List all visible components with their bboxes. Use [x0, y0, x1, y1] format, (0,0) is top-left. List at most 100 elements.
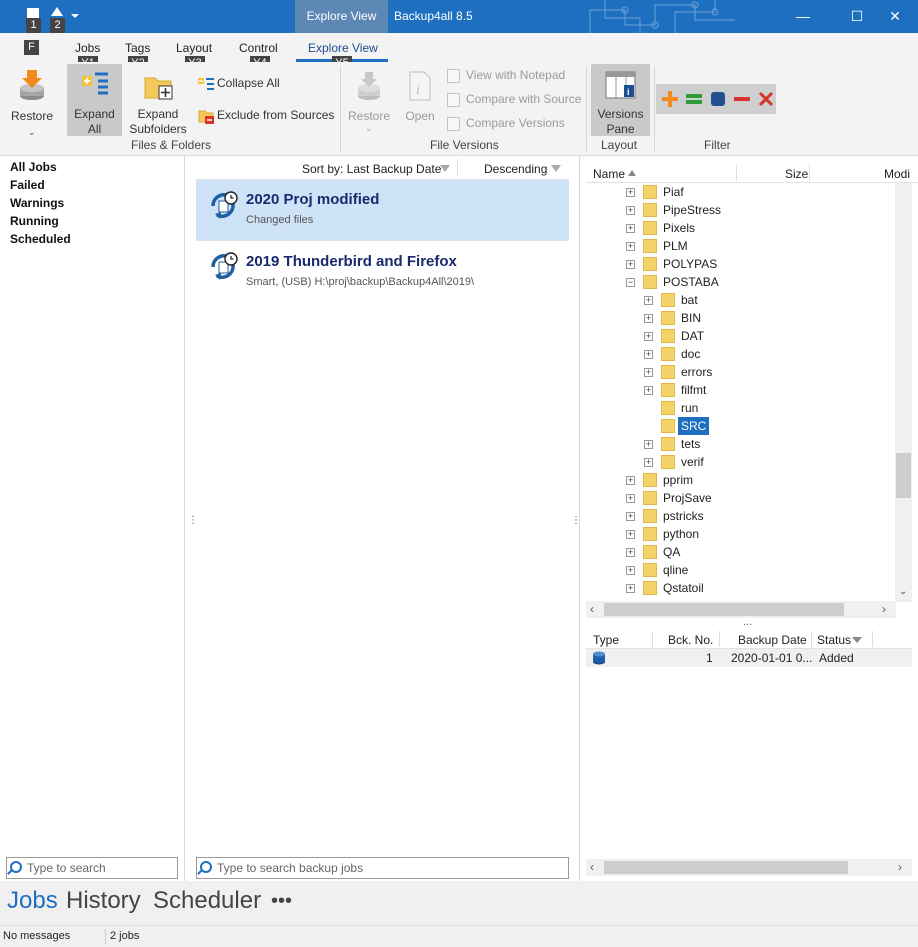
nav-failed[interactable]: Failed	[10, 178, 45, 192]
versions-splitter[interactable]: ...	[743, 616, 752, 628]
tab-scheduler-view[interactable]: Scheduler	[153, 887, 261, 915]
tab-layout[interactable]: Layout	[176, 41, 212, 55]
tree-node[interactable]: + qline	[586, 561, 896, 579]
expand-node-icon[interactable]: +	[626, 494, 635, 503]
open-button[interactable]: i Open	[400, 66, 440, 132]
expand-node-icon[interactable]: +	[644, 386, 653, 395]
sort-by-dropdown[interactable]: Sort by: Last Backup Date	[302, 162, 441, 176]
tree-node[interactable]: + ProjSave	[586, 489, 896, 507]
scrollbar-thumb[interactable]	[604, 861, 848, 874]
expand-node-icon[interactable]: +	[626, 566, 635, 575]
tree-node[interactable]: + doc	[586, 345, 896, 363]
scroll-left-icon[interactable]: ‹	[590, 602, 594, 616]
tree-node[interactable]: + pstricks	[586, 507, 896, 525]
tree-node[interactable]: + Pixels	[586, 219, 896, 237]
tree-horizontal-scrollbar[interactable]: ‹ ›	[586, 601, 896, 618]
job-item[interactable]: 2020 Proj modified Changed files	[196, 180, 569, 241]
scrollbar-thumb[interactable]	[896, 453, 911, 498]
tab-explore-view[interactable]: Explore View	[308, 41, 378, 55]
column-modified[interactable]: Modi	[884, 167, 910, 181]
upload-icon[interactable]	[51, 7, 63, 16]
filter-modified-button[interactable]	[708, 88, 728, 110]
tree-node[interactable]: + QA	[586, 543, 896, 561]
expand-node-icon[interactable]: +	[644, 440, 653, 449]
filter-clear-button[interactable]	[756, 88, 776, 110]
expand-node-icon[interactable]: +	[626, 242, 635, 251]
tree-node[interactable]: + PLM	[586, 237, 896, 255]
tree-node[interactable]: + tets	[586, 435, 896, 453]
expand-node-icon[interactable]: +	[644, 458, 653, 467]
column-name[interactable]: Name	[593, 167, 625, 181]
tab-file[interactable]: F	[24, 40, 39, 55]
expand-node-icon[interactable]: +	[644, 314, 653, 323]
tree-node[interactable]: + filfmt	[586, 381, 896, 399]
tree-node[interactable]: + pprim	[586, 471, 896, 489]
expand-node-icon[interactable]: +	[644, 368, 653, 377]
tree-node[interactable]: + DAT	[586, 327, 896, 345]
scroll-right-icon[interactable]: ›	[898, 860, 902, 874]
tree-node[interactable]: + BIN	[586, 309, 896, 327]
column-status[interactable]: Status	[817, 633, 851, 647]
scroll-down-icon[interactable]: ⌄	[899, 586, 907, 597]
order-dropdown[interactable]: Descending	[484, 162, 547, 176]
expand-node-icon[interactable]: +	[644, 350, 653, 359]
nav-search-input[interactable]: Type to search	[6, 857, 178, 879]
filter-added-button[interactable]	[660, 88, 680, 110]
order-dropdown-icon[interactable]	[551, 165, 561, 172]
collapse-node-icon[interactable]: −	[626, 278, 635, 287]
pane-splitter[interactable]	[184, 156, 185, 881]
more-tabs-button[interactable]: •••	[271, 890, 292, 913]
expand-node-icon[interactable]: +	[626, 584, 635, 593]
version-restore-button[interactable]: Restore ⌄	[346, 66, 392, 133]
tab-tags[interactable]: Tags	[125, 41, 150, 55]
tree-vertical-scrollbar[interactable]: ⌄	[895, 183, 912, 602]
filter-unchanged-button[interactable]	[684, 88, 704, 110]
scrollbar-thumb[interactable]	[604, 603, 844, 616]
tree-node[interactable]: − POSTABA	[586, 273, 896, 291]
nav-all-jobs[interactable]: All Jobs	[10, 160, 57, 174]
jobs-search-input[interactable]: Type to search backup jobs	[196, 857, 569, 879]
version-row[interactable]: 1 2020-01-01 0... Added	[586, 649, 912, 667]
tree-node[interactable]: run	[586, 399, 896, 417]
tree-node[interactable]: SRC	[586, 417, 896, 435]
filter-deleted-button[interactable]	[732, 88, 752, 110]
versions-pane-button[interactable]: i Versions Pane	[591, 64, 650, 136]
customize-dropdown-icon[interactable]	[71, 14, 79, 18]
column-type[interactable]: Type	[593, 633, 619, 647]
tree-node[interactable]: + verif	[586, 453, 896, 471]
expand-node-icon[interactable]: +	[626, 206, 635, 215]
nav-running[interactable]: Running	[10, 214, 59, 228]
status-dropdown-icon[interactable]	[852, 637, 862, 643]
expand-subfolders-button[interactable]: Expand Subfolders	[128, 66, 188, 136]
tree-node[interactable]: + errors	[586, 363, 896, 381]
tab-jobs[interactable]: Jobs	[75, 41, 100, 55]
expand-node-icon[interactable]: +	[626, 188, 635, 197]
tree-node[interactable]: + PipeStress	[586, 201, 896, 219]
sort-dropdown-icon[interactable]	[440, 165, 450, 172]
column-backup-number[interactable]: Bck. No.	[668, 633, 713, 647]
tree-node[interactable]: + Piaf	[586, 183, 896, 201]
tree-node[interactable]: + python	[586, 525, 896, 543]
restore-button[interactable]: Restore ⌄	[6, 66, 58, 137]
tab-jobs-view[interactable]: Jobs	[7, 887, 58, 915]
job-item[interactable]: 2019 Thunderbird and Firefox Smart, (USB…	[196, 241, 569, 303]
tab-history-view[interactable]: History	[66, 887, 141, 915]
expand-node-icon[interactable]: +	[626, 530, 635, 539]
tree-node[interactable]: + bat	[586, 291, 896, 309]
expand-node-icon[interactable]: +	[626, 548, 635, 557]
column-size[interactable]: Size	[785, 167, 808, 181]
expand-all-button[interactable]: Expand All	[67, 64, 122, 136]
versions-horizontal-scrollbar[interactable]: ‹ ›	[586, 859, 912, 876]
expand-node-icon[interactable]: +	[626, 476, 635, 485]
nav-warnings[interactable]: Warnings	[10, 196, 64, 210]
column-backup-date[interactable]: Backup Date	[738, 633, 807, 647]
scroll-left-icon[interactable]: ‹	[590, 860, 594, 874]
scroll-right-icon[interactable]: ›	[882, 602, 886, 616]
close-button[interactable]: ✕	[872, 0, 918, 33]
expand-node-icon[interactable]: +	[644, 296, 653, 305]
expand-node-icon[interactable]: +	[626, 512, 635, 521]
tab-control[interactable]: Control	[239, 41, 278, 55]
expand-node-icon[interactable]: +	[626, 260, 635, 269]
tree-node[interactable]: + Qstatoil	[586, 579, 896, 597]
pane-splitter[interactable]	[579, 156, 580, 881]
